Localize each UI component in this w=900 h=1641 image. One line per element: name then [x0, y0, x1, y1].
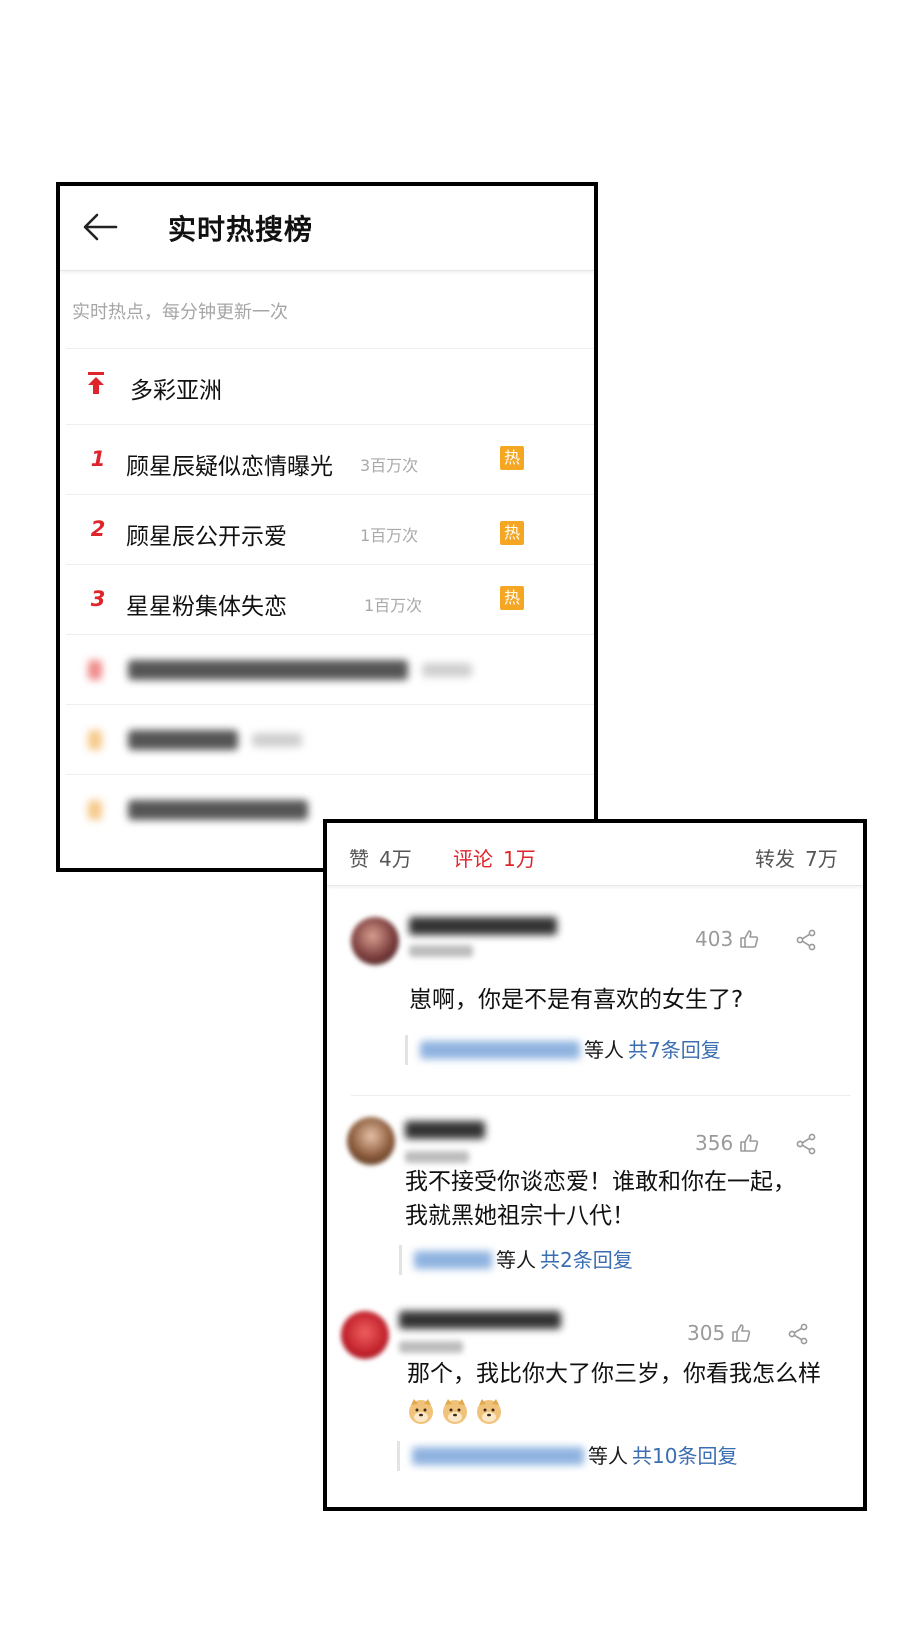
like-count: 305 — [687, 1321, 726, 1345]
blurred-count — [422, 663, 472, 677]
hot-badge: 热 — [500, 446, 524, 470]
search-count: 3百万次 — [360, 456, 419, 475]
reply-count-link[interactable]: 共7条回复 — [628, 1038, 721, 1062]
pin-top-icon — [88, 372, 104, 394]
reply-suffix: 等人 — [588, 1444, 628, 1468]
thumb-up-icon — [740, 1134, 759, 1152]
page-title: 实时热搜榜 — [168, 213, 314, 246]
tab-comments-label: 评论 — [453, 847, 493, 871]
doge-emoji-icon — [443, 1399, 467, 1424]
thumb-up-icon — [732, 1324, 751, 1342]
comment-item: 305 那个，我比你大了你三岁，你看我怎么样 等人 共10条回复 — [327, 1291, 863, 1507]
reply-summary[interactable]: 等人 共10条回复 — [397, 1441, 737, 1471]
emoji-row — [407, 1397, 509, 1425]
hot-badge: 热 — [500, 521, 524, 545]
username-blurred[interactable] — [405, 1121, 485, 1139]
comment-item: 403 崽啊，你是不是有喜欢的女生了? 等人 共7条回复 — [327, 885, 863, 1095]
avatar[interactable] — [347, 1117, 395, 1165]
tab-reposts[interactable]: 转发 7万 — [755, 843, 838, 872]
like-button[interactable]: 403 — [695, 927, 759, 951]
doge-emoji-icon — [477, 1399, 501, 1424]
engagement-tabs: 赞 4万 评论 1万 转发 7万 — [327, 823, 863, 886]
reply-username-blurred — [420, 1041, 580, 1059]
like-count: 403 — [695, 927, 734, 951]
search-count: 1百万次 — [364, 596, 423, 615]
timestamp-blurred — [405, 1151, 469, 1163]
comment-text: 那个，我比你大了你三岁，你看我怎么样 — [407, 1361, 821, 1387]
comment-text-line1: 我不接受你谈恋爱！谁敢和你在一起， — [405, 1169, 796, 1195]
timestamp-blurred — [399, 1341, 463, 1353]
share-icon[interactable] — [795, 929, 817, 951]
reply-suffix: 等人 — [496, 1248, 536, 1272]
tab-reposts-count: 7万 — [805, 847, 838, 871]
hot-search-subtitle: 实时热点，每分钟更新一次 — [72, 302, 288, 323]
reply-summary[interactable]: 等人 共2条回复 — [399, 1245, 633, 1275]
hot-badge: 热 — [500, 586, 524, 610]
rank-number: 2 — [90, 517, 106, 541]
tab-comments[interactable]: 评论 1万 — [453, 843, 536, 872]
comment-item: 356 我不接受你谈恋爱！谁敢和你在一起， 我就黑她祖宗十八代！ 等人 共2条回复 — [327, 1095, 863, 1291]
blurred-keyword — [128, 800, 308, 820]
tab-likes[interactable]: 赞 4万 — [349, 843, 412, 872]
hot-keyword: 顾星辰疑似恋情曝光 — [126, 454, 333, 480]
like-button[interactable]: 356 — [695, 1131, 759, 1155]
like-button[interactable]: 305 — [687, 1321, 751, 1345]
hot-search-item-blurred[interactable] — [66, 704, 594, 775]
reply-suffix: 等人 — [584, 1038, 624, 1062]
tab-likes-count: 4万 — [379, 847, 412, 871]
pinned-keyword: 多彩亚洲 — [130, 378, 222, 404]
tab-comments-count: 1万 — [503, 847, 536, 871]
timestamp-blurred — [409, 945, 473, 957]
reply-count-link[interactable]: 共10条回复 — [632, 1444, 737, 1468]
tab-likes-label: 赞 — [349, 847, 369, 871]
avatar[interactable] — [341, 1311, 389, 1359]
blurred-count — [252, 733, 302, 747]
hot-search-item-blurred[interactable] — [66, 634, 594, 705]
avatar[interactable] — [351, 917, 399, 965]
hot-search-item[interactable]: 2 顾星辰公开示爱 1百万次 热 — [66, 494, 594, 565]
tab-reposts-label: 转发 — [755, 847, 795, 871]
search-count: 1百万次 — [360, 526, 419, 545]
blurred-rank — [88, 800, 102, 820]
rank-number: 1 — [90, 447, 106, 471]
blurred-keyword — [128, 660, 408, 680]
thumb-up-icon — [740, 930, 759, 948]
hot-search-panel: 实时热搜榜 实时热点，每分钟更新一次 多彩亚洲 1 顾星辰疑似恋情曝光 3百万次… — [56, 182, 598, 872]
doge-emoji-icon — [409, 1399, 433, 1424]
hot-search-pinned-row[interactable]: 多彩亚洲 — [66, 348, 594, 419]
hot-search-header: 实时热搜榜 — [60, 186, 594, 271]
username-blurred[interactable] — [399, 1311, 561, 1329]
blurred-rank — [88, 660, 102, 680]
reply-username-blurred — [414, 1251, 492, 1269]
hot-keyword: 星星粉集体失恋 — [126, 594, 287, 620]
rank-number: 3 — [90, 587, 106, 611]
back-arrow-icon[interactable] — [80, 210, 120, 244]
blurred-rank — [88, 730, 102, 750]
comments-panel: 赞 4万 评论 1万 转发 7万 403 崽啊，你是不是有喜欢的女生了? 等人 共7条回… — [323, 819, 867, 1511]
hot-search-item[interactable]: 1 顾星辰疑似恋情曝光 3百万次 热 — [66, 424, 594, 495]
reply-summary[interactable]: 等人 共7条回复 — [405, 1035, 721, 1065]
comment-text-line2: 我就黑她祖宗十八代！ — [405, 1203, 635, 1229]
reply-count-link[interactable]: 共2条回复 — [540, 1248, 633, 1272]
hot-search-item[interactable]: 3 星星粉集体失恋 1百万次 热 — [66, 564, 594, 635]
hot-keyword: 顾星辰公开示爱 — [126, 524, 287, 550]
comment-text: 崽啊，你是不是有喜欢的女生了? — [409, 987, 744, 1013]
like-count: 356 — [695, 1131, 734, 1155]
username-blurred[interactable] — [409, 917, 557, 935]
share-icon[interactable] — [795, 1133, 817, 1155]
share-icon[interactable] — [787, 1323, 809, 1345]
blurred-keyword — [128, 730, 238, 750]
reply-username-blurred — [412, 1447, 584, 1465]
